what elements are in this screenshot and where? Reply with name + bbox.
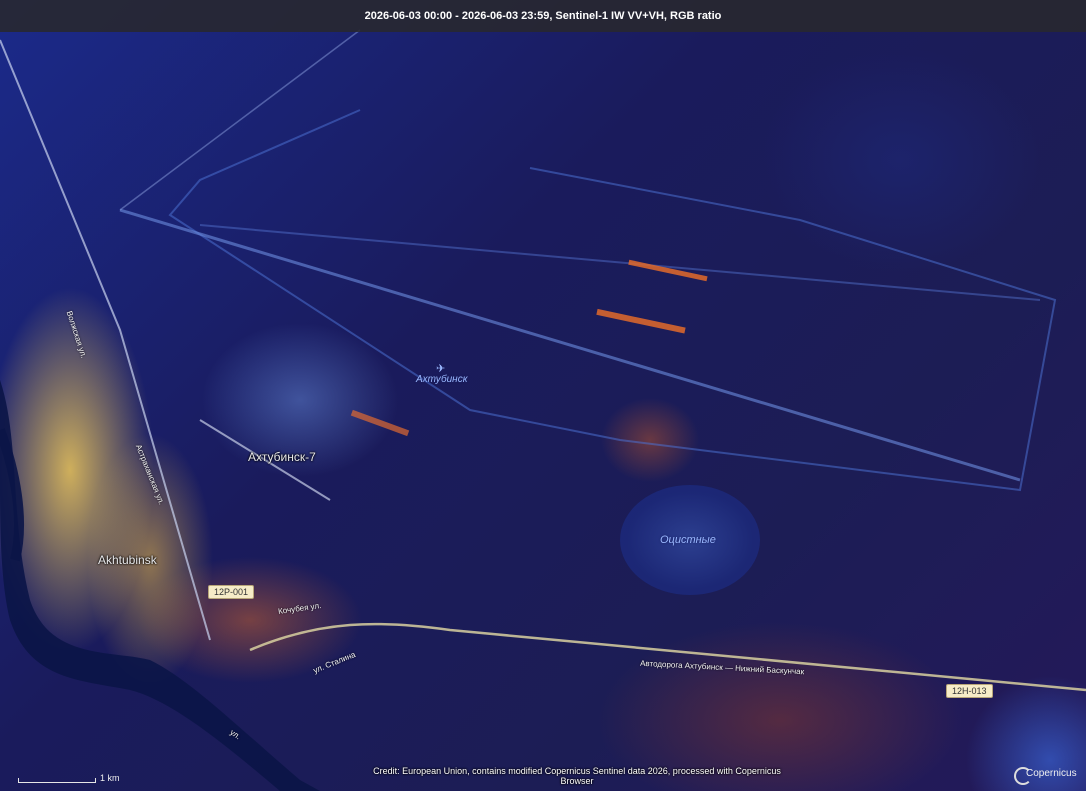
road-railway — [0, 39, 211, 641]
hangar-strip — [350, 409, 410, 437]
airfield-label[interactable]: Ахтубинск — [416, 374, 467, 385]
town-label-akhtubinsk-7[interactable]: Ахтубинск-7 — [248, 450, 316, 464]
credit-text: Credit: European Union, contains modifie… — [373, 766, 781, 786]
taxiway — [199, 224, 1041, 301]
route-shield-12h-013[interactable]: 12Н-013 — [946, 684, 993, 698]
date-layer-header: 2026-06-03 00:00 - 2026-06-03 23:59, Sen… — [0, 0, 1086, 32]
hangar-strip — [628, 259, 708, 282]
airfield-perimeter — [168, 109, 1057, 492]
river-akhtuba — [0, 380, 320, 791]
sar-map[interactable]: Akhtubinsk Ахтубинск-7 ✈ Ахтубинск Оцист… — [0, 0, 1086, 791]
road-diagonal — [119, 29, 361, 211]
map-overlay — [0, 29, 1086, 791]
scale-line — [18, 778, 96, 783]
runway — [119, 208, 1021, 482]
header-title: 2026-06-03 00:00 - 2026-06-03 23:59, Sen… — [364, 10, 722, 22]
town-label-akhtubinsk[interactable]: Akhtubinsk — [98, 553, 157, 567]
copernicus-logo-text: Copernicus — [1026, 768, 1077, 779]
scale-bar: 1 km — [18, 772, 138, 784]
road-highway — [249, 622, 1086, 692]
hangar-strip — [596, 308, 686, 334]
route-shield-12p-001[interactable]: 12Р-001 — [208, 585, 255, 599]
copernicus-logo[interactable]: Copernicus — [1014, 764, 1077, 786]
lake-label[interactable]: Оцистные — [660, 534, 716, 546]
scale-label: 1 km — [100, 773, 120, 783]
